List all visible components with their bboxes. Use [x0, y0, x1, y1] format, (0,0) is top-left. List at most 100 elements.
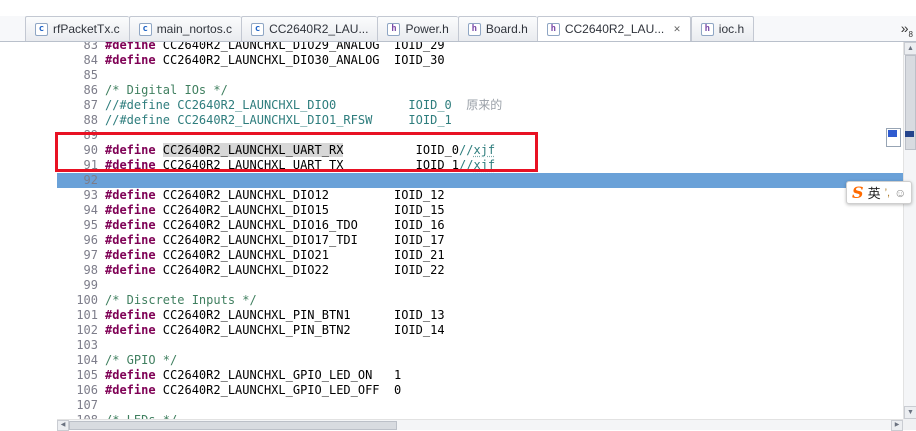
editor-tab-cc2640r2-lau[interactable]: c CC2640R2_LAU... — [241, 16, 378, 41]
code-line-102[interactable]: 102 #define CC2640R2_LAUNCHXL_PIN_BTN2 IO… — [57, 323, 903, 338]
vertical-scrollbar[interactable]: ▲ ▼ — [903, 42, 916, 419]
line-number: 107 — [76, 398, 98, 412]
code-line-95[interactable]: 95 #define CC2640R2_LAUNCHXL_DIO16_TDO IO… — [57, 218, 903, 233]
code-segment: CC2640R2_LAUNCHXL_DIO29_ANALOG IOID_29 — [162, 42, 445, 52]
code-text: //#define CC2640R2_LAUNCHXL_DIO0 IOID_0 … — [105, 98, 502, 113]
code-line-101[interactable]: 101 #define CC2640R2_LAUNCHXL_PIN_BTN1 IO… — [57, 308, 903, 323]
line-number: 84 — [83, 53, 98, 67]
code-segment: #define — [105, 263, 163, 277]
code-segment: CC2640R2_LAUNCHXL_DIO15 IOID_15 — [162, 203, 445, 217]
code-line-88[interactable]: 88 //#define CC2640R2_LAUNCHXL_DIO1_RFSW … — [57, 113, 903, 128]
code-line-107[interactable]: 107 — [57, 398, 903, 413]
tab-close-icon[interactable]: ✕ — [673, 24, 681, 35]
code-line-85[interactable]: 85 — [57, 68, 903, 83]
line-number: 105 — [76, 368, 98, 382]
code-line-93[interactable]: 93 #define CC2640R2_LAUNCHXL_DIO12 IOID_1… — [57, 188, 903, 203]
code-line-89[interactable]: 89 — [57, 128, 903, 143]
line-number: 96 — [83, 233, 98, 247]
horizontal-scrollbar[interactable]: ◀ ▶ — [57, 419, 903, 431]
code-segment: #define — [105, 42, 163, 52]
code-line-94[interactable]: 94 #define CC2640R2_LAUNCHXL_DIO15 IOID_1… — [57, 203, 903, 218]
code-text: #define CC2640R2_LAUNCHXL_DIO17_TDI IOID… — [105, 233, 445, 248]
c-file-icon: c — [251, 22, 265, 36]
c-file-icon: c — [138, 22, 152, 36]
code-segment: CC2640R2_LAUNCHXL_UART_RX — [162, 143, 344, 157]
code-segment: #define — [105, 158, 163, 172]
code-segment: CC2640R2_LAUNCHXL_GPIO_LED_ON 1 — [162, 368, 402, 382]
code-line-96[interactable]: 96 #define CC2640R2_LAUNCHXL_DIO17_TDI IO… — [57, 233, 903, 248]
code-line-104[interactable]: 104 /* GPIO */ — [57, 353, 903, 368]
sogou-ime-bar[interactable]: S 英 ’, ☺ — [846, 181, 913, 204]
code-line-87[interactable]: 87 //#define CC2640R2_LAUNCHXL_DIO0 IOID_… — [57, 98, 903, 113]
editor-tab-rfpackettx-c[interactable]: c rfPacketTx.c — [25, 16, 129, 41]
code-segment: #define — [105, 248, 163, 262]
ime-emoji-icon[interactable]: ☺ — [894, 186, 906, 200]
code-text: #define CC2640R2_LAUNCHXL_DIO21 IOID_21 — [105, 248, 445, 263]
code-text: /* Discrete Inputs */ — [105, 293, 257, 308]
editor-tab-cc2640r2-lau[interactable]: h CC2640R2_LAU... ✕ — [536, 16, 691, 41]
code-lines: 83 #define CC2640R2_LAUNCHXL_DIO29_ANALOG… — [57, 42, 903, 419]
code-text: #define CC2640R2_LAUNCHXL_PIN_BTN2 IOID_… — [105, 323, 445, 338]
code-segment: CC2640R2_LAUNCHXL_DIO17_TDI IOID_17 — [162, 233, 445, 247]
code-line-91[interactable]: 91 #define CC2640R2_LAUNCHXL_UART_TX IOID… — [57, 158, 903, 173]
tab-label: main_nortos.c — [156, 22, 233, 36]
line-number: 97 — [83, 248, 98, 262]
scrollbar-corner — [903, 419, 916, 430]
editor-tab-power-h[interactable]: h Power.h — [377, 16, 458, 41]
scroll-up-arrow-icon[interactable]: ▲ — [904, 42, 916, 55]
code-line-103[interactable]: 103 — [57, 338, 903, 353]
code-line-83[interactable]: 83 #define CC2640R2_LAUNCHXL_DIO29_ANALOG… — [57, 42, 903, 53]
code-segment: #define — [105, 203, 163, 217]
code-line-99[interactable]: 99 — [57, 278, 903, 293]
code-line-92[interactable]: 92 — [57, 173, 903, 188]
line-number: 88 — [83, 113, 98, 127]
ime-punctuation-icon[interactable]: ’, — [885, 187, 891, 199]
overview-ruler-marker[interactable] — [905, 131, 914, 137]
code-segment: /* Discrete Inputs */ — [105, 293, 257, 307]
scroll-down-arrow-icon[interactable]: ▼ — [904, 406, 916, 419]
h-file-icon: h — [467, 22, 481, 36]
line-number: 92 — [83, 173, 98, 187]
editor-tab-ioc-h[interactable]: h ioc.h — [690, 16, 755, 41]
code-line-86[interactable]: 86 /* Digital IOs */ — [57, 83, 903, 98]
tab-overflow-chevron-icon[interactable]: »8 — [901, 18, 913, 45]
overflow-chevron: » — [900, 20, 909, 36]
code-segment: xjf — [473, 158, 496, 172]
scroll-left-arrow-icon[interactable]: ◀ — [57, 420, 69, 431]
code-segment: CC2640R2_LAUNCHXL_DIO21 IOID_21 — [162, 248, 445, 262]
code-line-98[interactable]: 98 #define CC2640R2_LAUNCHXL_DIO22 IOID_2… — [57, 263, 903, 278]
ime-language-mode[interactable]: 英 — [868, 183, 881, 202]
code-text: //#define CC2640R2_LAUNCHXL_DIO1_RFSW IO… — [105, 113, 452, 128]
code-segment: #define — [105, 188, 163, 202]
code-text: #define CC2640R2_LAUNCHXL_DIO16_TDO IOID… — [105, 218, 445, 233]
h-file-icon: h — [700, 22, 714, 36]
tab-label: ioc.h — [718, 22, 745, 36]
code-line-106[interactable]: 106 #define CC2640R2_LAUNCHXL_GPIO_LED_OF… — [57, 383, 903, 398]
editor-tab-board-h[interactable]: h Board.h — [457, 16, 537, 41]
code-segment: /* Digital IOs */ — [105, 83, 228, 97]
code-text: #define CC2640R2_LAUNCHXL_PIN_BTN1 IOID_… — [105, 308, 445, 323]
line-number: 100 — [76, 293, 98, 307]
code-segment: #define — [105, 368, 163, 382]
code-line-90[interactable]: 90 #define CC2640R2_LAUNCHXL_UART_RX IOID… — [57, 143, 903, 158]
tab-label: Power.h — [405, 22, 449, 36]
code-line-97[interactable]: 97 #define CC2640R2_LAUNCHXL_DIO21 IOID_2… — [57, 248, 903, 263]
code-segment: CC2640R2_LAUNCHXL_GPIO_LED_OFF 0 — [162, 383, 402, 397]
sogou-logo-icon[interactable]: S — [852, 183, 864, 202]
code-segment: CC2640R2_LAUNCHXL_DIO22 IOID_22 — [162, 263, 445, 277]
scroll-right-arrow-icon[interactable]: ▶ — [891, 420, 903, 431]
h-file-icon: h — [387, 22, 401, 36]
editor-tab-bar: c rfPacketTx.c c main_nortos.c c CC2640R2_LAU… — [0, 16, 916, 42]
code-line-84[interactable]: 84 #define CC2640R2_LAUNCHXL_DIO30_ANALOG… — [57, 53, 903, 68]
horizontal-scrollbar-thumb[interactable] — [69, 421, 397, 430]
code-segment: // — [459, 158, 474, 172]
code-segment: CC2640R2_LAUNCHXL_DIO12 IOID_12 — [162, 188, 445, 202]
code-line-100[interactable]: 100 /* Discrete Inputs */ — [57, 293, 903, 308]
code-line-105[interactable]: 105 #define CC2640R2_LAUNCHXL_GPIO_LED_ON… — [57, 368, 903, 383]
code-segment: CC2640R2_LAUNCHXL_UART_TX IOID_1 — [162, 158, 460, 172]
code-editor[interactable]: 83 #define CC2640R2_LAUNCHXL_DIO29_ANALOG… — [57, 42, 903, 419]
editor-tab-main-nortos-c[interactable]: c main_nortos.c — [128, 16, 242, 41]
code-text: #define CC2640R2_LAUNCHXL_GPIO_LED_OFF 0 — [105, 383, 401, 398]
code-text: #define CC2640R2_LAUNCHXL_DIO29_ANALOG I… — [105, 42, 445, 53]
code-text: #define CC2640R2_LAUNCHXL_UART_TX IOID_1… — [105, 158, 495, 173]
